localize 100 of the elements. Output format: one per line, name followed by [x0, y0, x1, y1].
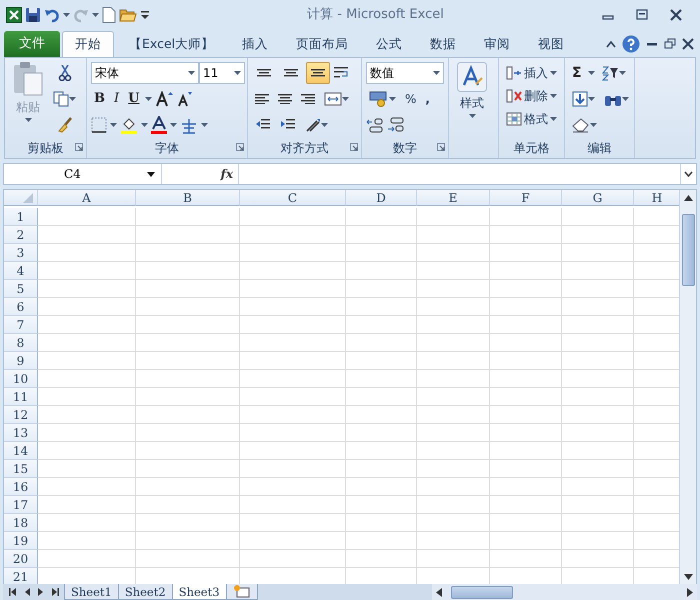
- ribbon-tab[interactable]: 开始: [62, 31, 114, 57]
- spreadsheet-cell[interactable]: [417, 208, 490, 226]
- spreadsheet-cell[interactable]: [346, 370, 417, 388]
- spreadsheet-cell[interactable]: [240, 208, 346, 226]
- vertical-scrollbar[interactable]: [679, 190, 696, 584]
- spreadsheet-cell[interactable]: [38, 208, 136, 226]
- spreadsheet-cell[interactable]: [136, 550, 240, 568]
- spreadsheet-cell[interactable]: [346, 424, 417, 442]
- spreadsheet-cell[interactable]: [562, 262, 634, 280]
- scroll-up-icon[interactable]: [684, 195, 692, 201]
- spreadsheet-cell[interactable]: [346, 316, 417, 334]
- cells-command-button[interactable]: 插入: [503, 62, 560, 84]
- sheet-tab[interactable]: Sheet1: [64, 584, 119, 600]
- spreadsheet-cell[interactable]: [417, 514, 490, 532]
- previous-sheet-icon[interactable]: [23, 587, 31, 597]
- spreadsheet-cell[interactable]: [38, 442, 136, 460]
- spreadsheet-cell[interactable]: [38, 262, 136, 280]
- ribbon-tab[interactable]: 审阅: [471, 31, 524, 57]
- column-header[interactable]: A: [38, 190, 136, 206]
- spreadsheet-cell[interactable]: [136, 262, 240, 280]
- spreadsheet-cell[interactable]: [562, 406, 634, 424]
- spreadsheet-cell[interactable]: [346, 496, 417, 514]
- spreadsheet-cell[interactable]: [38, 334, 136, 352]
- spreadsheet-cell[interactable]: [490, 514, 562, 532]
- spreadsheet-cell[interactable]: [346, 442, 417, 460]
- underline-button[interactable]: U: [125, 88, 142, 110]
- spreadsheet-cell[interactable]: [562, 388, 634, 406]
- spreadsheet-cell[interactable]: [240, 280, 346, 298]
- spreadsheet-cell[interactable]: [136, 514, 240, 532]
- spreadsheet-cell[interactable]: [417, 442, 490, 460]
- spreadsheet-cell[interactable]: [346, 532, 417, 550]
- spreadsheet-cell[interactable]: [562, 244, 634, 262]
- spreadsheet-cell[interactable]: [490, 370, 562, 388]
- file-tab[interactable]: 文件: [4, 31, 60, 57]
- spreadsheet-cell[interactable]: [240, 424, 346, 442]
- spreadsheet-cell[interactable]: [240, 370, 346, 388]
- column-header[interactable]: D: [346, 190, 417, 206]
- spreadsheet-cell[interactable]: [136, 316, 240, 334]
- collapse-ribbon-icon[interactable]: [606, 40, 616, 48]
- row-header[interactable]: 7: [4, 316, 38, 334]
- spreadsheet-cell[interactable]: [38, 496, 136, 514]
- scroll-right-icon[interactable]: [687, 588, 693, 596]
- restore-icon[interactable]: [664, 38, 676, 50]
- spreadsheet-cell[interactable]: [346, 334, 417, 352]
- ribbon-tab[interactable]: 插入: [229, 31, 282, 57]
- row-header[interactable]: 17: [4, 496, 38, 514]
- spreadsheet-cell[interactable]: [417, 352, 490, 370]
- spreadsheet-cell[interactable]: [136, 352, 240, 370]
- spreadsheet-cell[interactable]: [490, 406, 562, 424]
- spreadsheet-cell[interactable]: [38, 460, 136, 478]
- spreadsheet-cell[interactable]: [38, 370, 136, 388]
- spreadsheet-cell[interactable]: [38, 352, 136, 370]
- cells-command-button[interactable]: 删除: [503, 85, 560, 107]
- spreadsheet-cell[interactable]: [490, 442, 562, 460]
- spreadsheet-cell[interactable]: [240, 244, 346, 262]
- spreadsheet-cell[interactable]: [490, 262, 562, 280]
- spreadsheet-cell[interactable]: [417, 280, 490, 298]
- ribbon-tab[interactable]: 公式: [363, 31, 416, 57]
- spreadsheet-cell[interactable]: [240, 442, 346, 460]
- spreadsheet-cell[interactable]: [490, 496, 562, 514]
- ribbon-tab[interactable]: 页面布局: [283, 31, 362, 57]
- spreadsheet-cell[interactable]: [417, 316, 490, 334]
- spreadsheet-cell[interactable]: [562, 496, 634, 514]
- spreadsheet-cell[interactable]: [562, 280, 634, 298]
- spreadsheet-cell[interactable]: [490, 280, 562, 298]
- spreadsheet-cell[interactable]: [346, 460, 417, 478]
- row-header[interactable]: 13: [4, 424, 38, 442]
- spreadsheet-cell[interactable]: [136, 226, 240, 244]
- shrink-font-icon[interactable]: [176, 91, 192, 107]
- last-sheet-icon[interactable]: [51, 587, 59, 597]
- spreadsheet-cell[interactable]: [136, 370, 240, 388]
- spreadsheet-cell[interactable]: [346, 244, 417, 262]
- fill-color-icon[interactable]: [120, 116, 138, 134]
- column-header[interactable]: E: [417, 190, 490, 206]
- row-header[interactable]: 8: [4, 334, 38, 352]
- spreadsheet-cell[interactable]: [562, 442, 634, 460]
- column-header[interactable]: C: [240, 190, 346, 206]
- spreadsheet-cell[interactable]: [346, 262, 417, 280]
- spreadsheet-cell[interactable]: [417, 478, 490, 496]
- sheet-tab[interactable]: Sheet2: [118, 584, 173, 600]
- font-size-field[interactable]: 11: [199, 62, 245, 84]
- spreadsheet-cell[interactable]: [562, 550, 634, 568]
- spreadsheet-cell[interactable]: [562, 208, 634, 226]
- spreadsheet-cell[interactable]: [490, 532, 562, 550]
- phonetic-guide-icon[interactable]: [180, 116, 198, 134]
- spreadsheet-cell[interactable]: [490, 424, 562, 442]
- spreadsheet-cell[interactable]: [136, 496, 240, 514]
- spreadsheet-cell[interactable]: [240, 478, 346, 496]
- spreadsheet-cell[interactable]: [417, 244, 490, 262]
- spreadsheet-cell[interactable]: [417, 262, 490, 280]
- open-folder-icon[interactable]: [119, 6, 137, 22]
- customize-toolbar-icon[interactable]: [140, 8, 150, 20]
- spreadsheet-cell[interactable]: [240, 550, 346, 568]
- spreadsheet-cell[interactable]: [562, 226, 634, 244]
- spreadsheet-cell[interactable]: [38, 298, 136, 316]
- dialog-launcher-icon[interactable]: [236, 143, 244, 151]
- row-header[interactable]: 5: [4, 280, 38, 298]
- spreadsheet-cell[interactable]: [417, 370, 490, 388]
- spreadsheet-cell[interactable]: [562, 424, 634, 442]
- spreadsheet-cell[interactable]: [562, 460, 634, 478]
